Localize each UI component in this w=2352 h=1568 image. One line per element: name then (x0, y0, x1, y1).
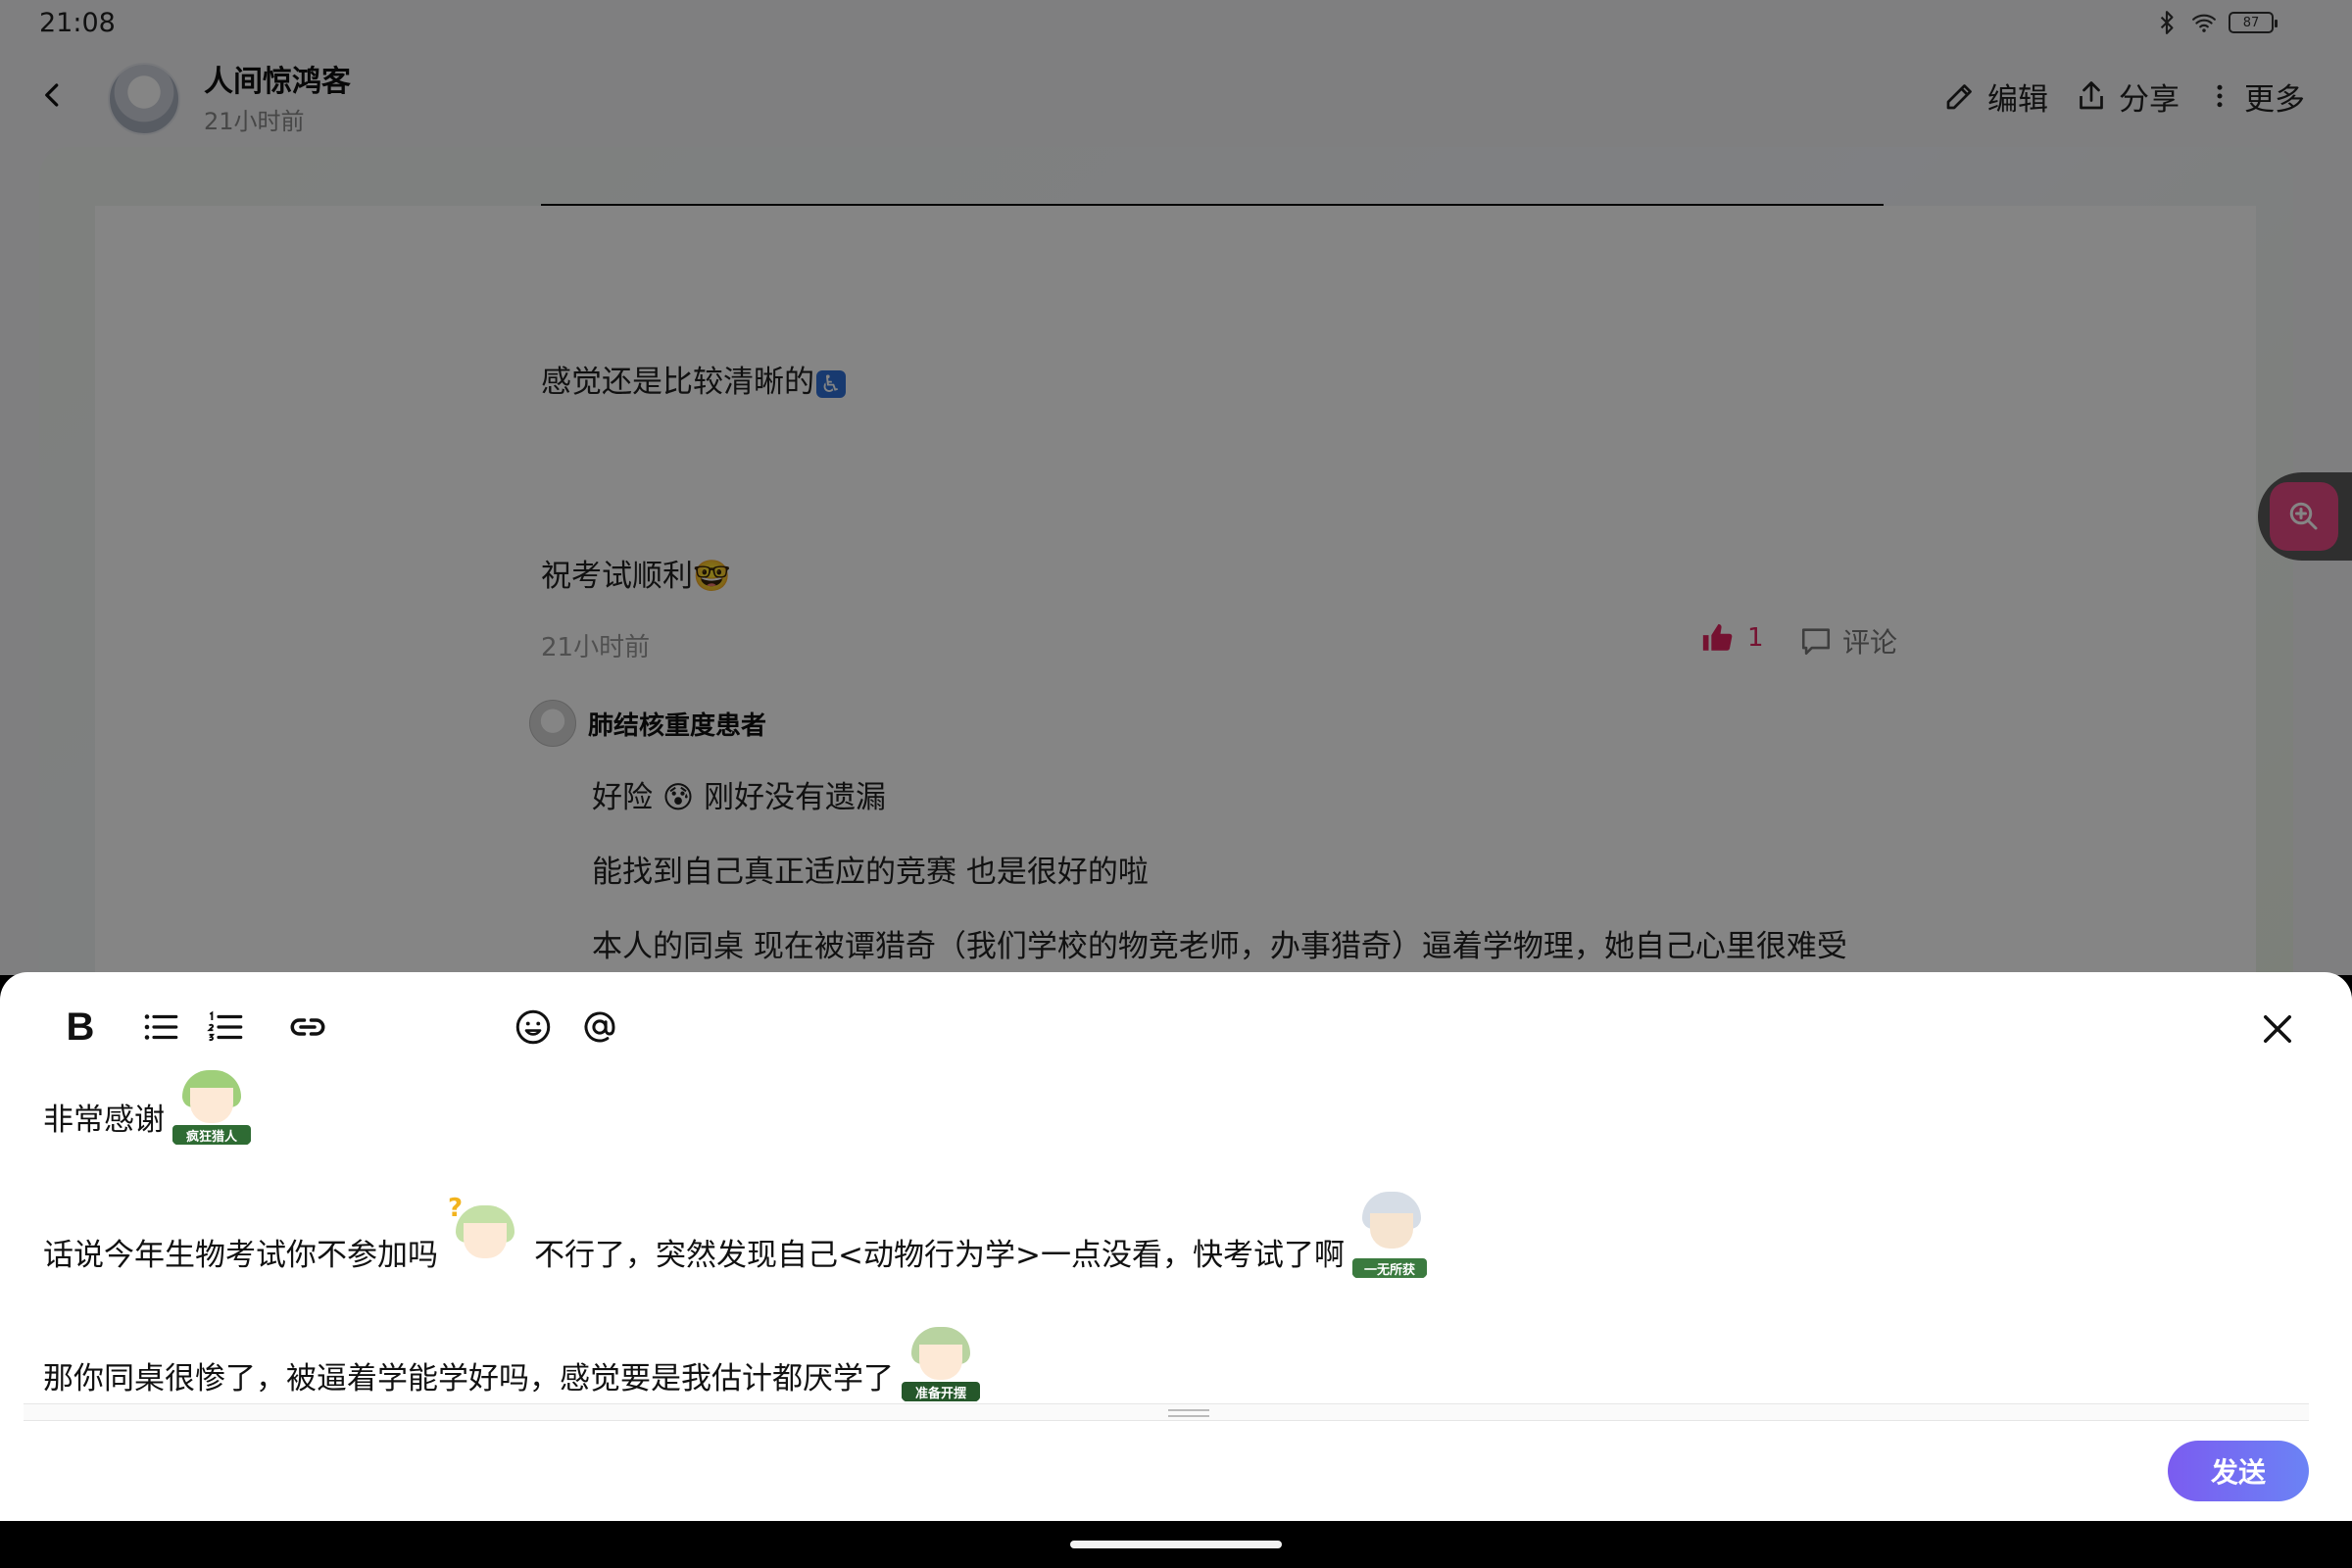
editor-text: 那你同桌很惨了，被逼着学能学好吗，感觉要是我估计都厌学了 (43, 1361, 894, 1396)
background-page: 21:08 87 人间惊鸿客 21小时前 编辑 分享 更多 感觉还是比较清晰的 … (0, 0, 2352, 975)
sticker-caption: 疯狂猎人 (172, 1125, 251, 1145)
editor-toolbar: B (0, 992, 2352, 1062)
close-icon (2264, 1015, 2291, 1043)
sticker-caption: 准备开摆 (902, 1382, 980, 1401)
bullet-list-button[interactable] (131, 998, 190, 1056)
grip-icon (1168, 1409, 1209, 1417)
bullet-list-icon (144, 1014, 178, 1040)
numbered-list-button[interactable] (196, 998, 255, 1056)
editor-resize-handle[interactable] (24, 1403, 2309, 1421)
editor-line: 话说今年生物考试你不参加吗 ? 不行了，突然发现自己<动物行为学>一点没看，快考… (43, 1188, 1433, 1278)
mention-button[interactable] (570, 998, 629, 1056)
home-indicator[interactable] (1070, 1541, 1282, 1548)
send-button[interactable]: 发送 (2168, 1441, 2309, 1501)
reply-editor-input[interactable]: 非常感谢 疯狂猎人 话说今年生物考试你不参加吗 ? 不行了，突然发现自己<动物行… (43, 1070, 2309, 1401)
editor-line: 非常感谢 疯狂猎人 (43, 1070, 257, 1145)
link-icon (290, 1018, 325, 1036)
mention-icon (584, 1011, 615, 1043)
editor-text: 不行了，突然发现自己<动物行为学>一点没看，快考试了啊 (534, 1238, 1345, 1273)
emoji-icon (515, 1009, 551, 1045)
sticker-image: 准备开摆 (900, 1321, 982, 1403)
dim-overlay[interactable] (0, 0, 2352, 975)
editor-line: 那你同桌很惨了，被逼着学能学好吗，感觉要是我估计都厌学了 准备开摆 (43, 1315, 986, 1401)
sticker-image: 疯狂猎人 (171, 1064, 253, 1147)
sticker-caption: 一无所获 (1351, 1258, 1427, 1278)
sticker-image: 一无所获 (1350, 1190, 1429, 1280)
close-button[interactable] (2246, 998, 2309, 1060)
bold-icon: B (66, 1004, 95, 1049)
editor-text: 非常感谢 (43, 1102, 165, 1138)
system-nav-bar (0, 1521, 2352, 1568)
bold-button[interactable]: B (51, 998, 110, 1056)
editor-text: 话说今年生物考试你不参加吗 (43, 1238, 438, 1273)
reply-editor-sheet: B 非常感谢 疯狂猎人 话说今年生物考试你不参加吗 ? 不行了，突然发现自己<动… (0, 972, 2352, 1521)
link-button[interactable] (278, 998, 337, 1056)
numbered-list-icon (207, 1010, 243, 1042)
sticker-image: ? (444, 1194, 530, 1280)
emoji-button[interactable] (504, 998, 563, 1056)
